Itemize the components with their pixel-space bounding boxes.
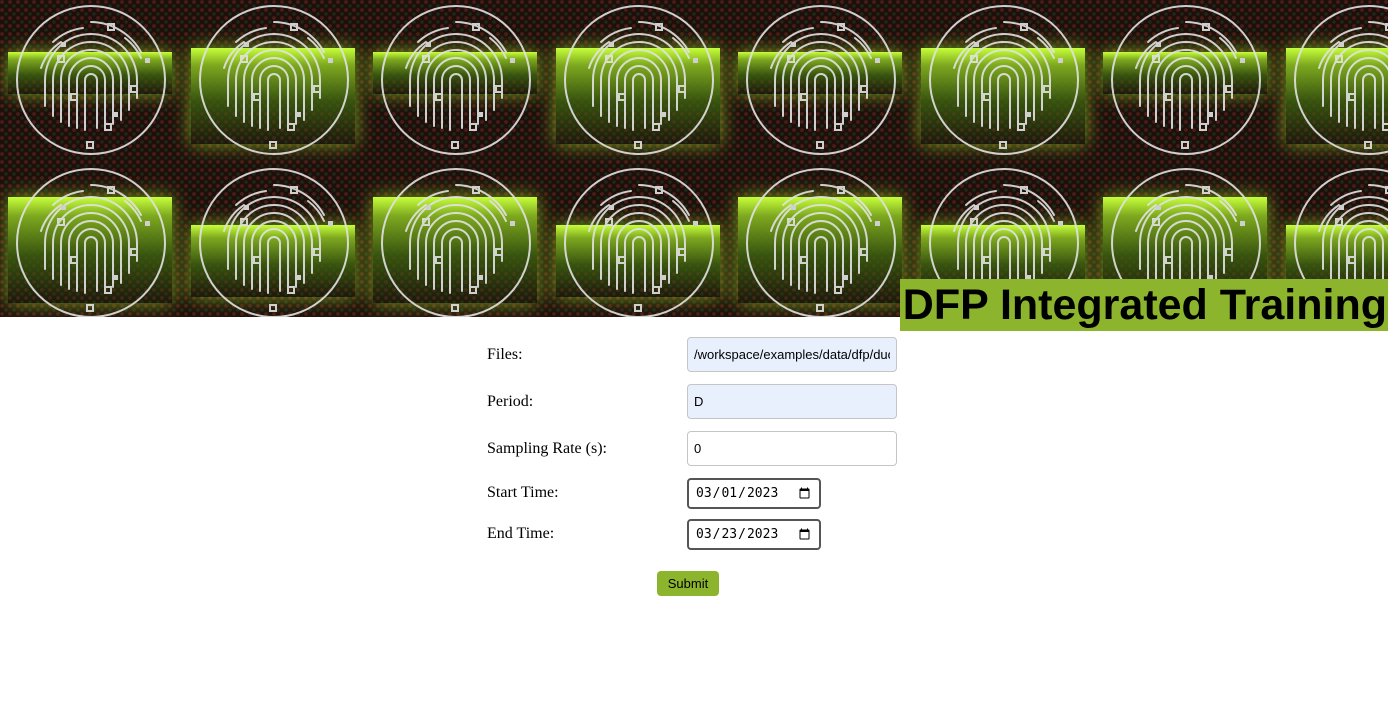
- banner-fingerprint-icon: [548, 2, 730, 160]
- fingerprint-icon: [198, 5, 349, 155]
- banner-fingerprint-icon: [0, 165, 182, 317]
- files-input[interactable]: [687, 337, 897, 372]
- fingerprint-icon: [563, 168, 714, 317]
- banner-fingerprint-icon: [0, 2, 182, 160]
- banner-fingerprint-icon: [730, 165, 912, 317]
- fingerprint-icon: [198, 168, 349, 317]
- end-time-date-input[interactable]: [687, 519, 821, 550]
- sampling-rate-label: Sampling Rate (s):: [487, 440, 607, 457]
- fingerprint-icon: [16, 168, 166, 317]
- end-time-label: End Time:: [487, 525, 555, 542]
- banner-fingerprint-icon: [913, 2, 1095, 160]
- banner-fingerprint-icon: [365, 165, 547, 317]
- fingerprint-icon: [746, 168, 896, 317]
- fingerprint-icon: [381, 168, 531, 317]
- start-time-label: Start Time:: [487, 484, 559, 501]
- fingerprint-icon: [16, 5, 166, 155]
- submit-button[interactable]: Submit: [657, 571, 719, 596]
- fingerprint-icon: [746, 5, 896, 155]
- banner-fingerprint-icon: [548, 165, 730, 317]
- banner-fingerprint-icon: [1095, 2, 1277, 160]
- sampling-rate-input[interactable]: [687, 431, 897, 466]
- banner-fingerprint-icon: [183, 165, 365, 317]
- period-label: Period:: [487, 393, 534, 410]
- header-banner: [0, 0, 1388, 317]
- banner-fingerprint-icon: [730, 2, 912, 160]
- fingerprint-icon: [1293, 5, 1388, 155]
- banner-fingerprint-icon: [1278, 2, 1388, 160]
- files-label: Files:: [487, 346, 523, 363]
- page-title: DFP Integrated Training: [899, 279, 1388, 331]
- fingerprint-icon: [563, 5, 714, 155]
- period-input[interactable]: [687, 384, 897, 419]
- fingerprint-icon: [1111, 5, 1261, 155]
- start-time-date-input[interactable]: [687, 478, 821, 509]
- banner-fingerprint-icon: [183, 2, 365, 160]
- banner-fingerprint-icon: [365, 2, 547, 160]
- fingerprint-icon: [928, 5, 1079, 155]
- fingerprint-icon: [381, 5, 531, 155]
